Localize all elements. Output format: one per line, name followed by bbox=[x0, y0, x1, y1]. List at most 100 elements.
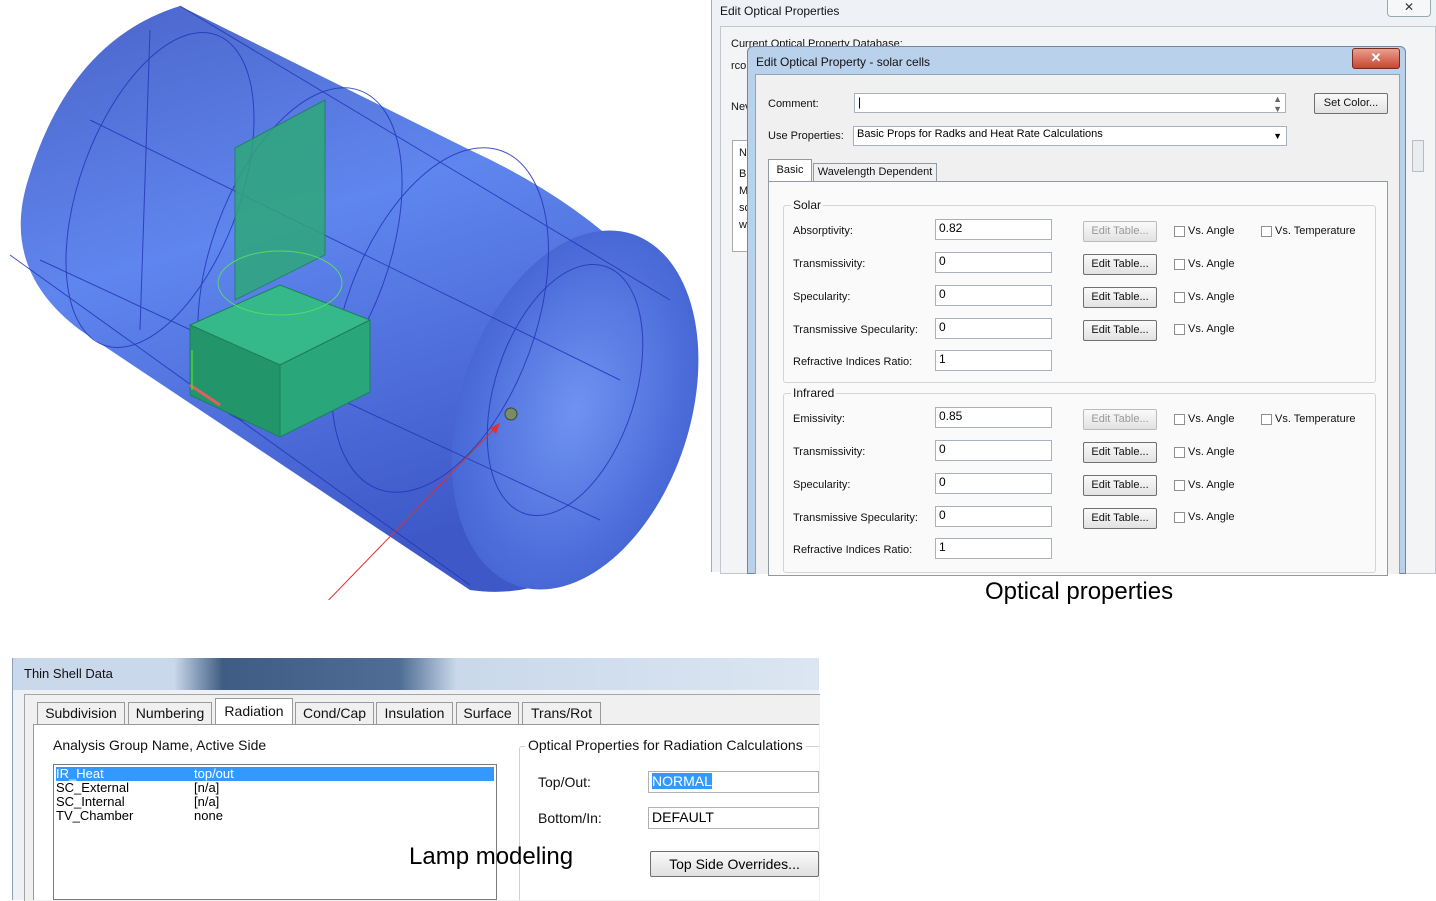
ir-refractive-input[interactable]: 1 bbox=[935, 538, 1052, 559]
solar-transmissivity-input[interactable]: 0 bbox=[935, 252, 1052, 273]
ir-specularity-label: Specularity: bbox=[793, 479, 851, 491]
solar-absorptivity-edit-table-button[interactable]: Edit Table... bbox=[1083, 221, 1157, 242]
solar-absorptivity-input[interactable]: 0.82 bbox=[935, 219, 1052, 240]
ir-trans-specularity-angle-checkbox[interactable] bbox=[1174, 512, 1185, 523]
edit-optical-property-dialog: Edit Optical Property - solar cells ✕ Co… bbox=[747, 46, 1406, 576]
ir-transmissivity-label: Transmissivity: bbox=[793, 446, 866, 458]
group-side: [n/a] bbox=[194, 780, 220, 795]
list-item: N bbox=[739, 147, 747, 159]
vs-angle-label: Vs. Angle bbox=[1188, 258, 1235, 270]
solar-specularity-input[interactable]: 0 bbox=[935, 285, 1052, 306]
list-item[interactable]: IR_Heat top/out bbox=[56, 767, 494, 781]
ir-specularity-edit-table-button[interactable]: Edit Table... bbox=[1083, 475, 1157, 496]
use-properties-select[interactable]: Basic Props for Radks and Heat Rate Calc… bbox=[853, 126, 1287, 146]
ir-emissivity-input[interactable]: 0.85 bbox=[935, 407, 1052, 428]
group-name: IR_Heat bbox=[56, 766, 104, 781]
list-item[interactable]: TV_Chamber none bbox=[56, 809, 494, 823]
cylinder bbox=[9, 5, 699, 592]
group-name: TV_Chamber bbox=[56, 808, 134, 823]
top-out-value: NORMAL bbox=[652, 773, 712, 789]
ir-specularity-angle-checkbox[interactable] bbox=[1174, 480, 1185, 491]
tab-wavelength-dependent[interactable]: Wavelength Dependent bbox=[813, 163, 937, 182]
solar-absorptivity-label: Absorptivity: bbox=[793, 225, 853, 237]
use-properties-label: Use Properties: bbox=[768, 130, 844, 142]
vs-angle-label: Vs. Angle bbox=[1188, 291, 1235, 303]
infrared-group-label: Infrared bbox=[791, 386, 837, 400]
analysis-group-label: Analysis Group Name, Active Side bbox=[53, 737, 267, 753]
ir-emissivity-edit-table-button[interactable]: Edit Table... bbox=[1083, 409, 1157, 430]
solar-specularity-angle-checkbox[interactable] bbox=[1174, 292, 1185, 303]
solar-transmissivity-angle-checkbox[interactable] bbox=[1174, 259, 1185, 270]
ir-specularity-input[interactable]: 0 bbox=[935, 473, 1052, 494]
tab-cond-cap[interactable]: Cond/Cap bbox=[295, 702, 374, 724]
ir-trans-specularity-input[interactable]: 0 bbox=[935, 506, 1052, 527]
ir-emissivity-temp-checkbox[interactable] bbox=[1261, 414, 1272, 425]
solar-refractive-input[interactable]: 1 bbox=[935, 350, 1052, 371]
outer-dialog-title: Edit Optical Properties bbox=[720, 4, 840, 18]
vs-angle-label: Vs. Angle bbox=[1188, 511, 1235, 523]
comment-field[interactable]: | ▲ ▼ bbox=[854, 93, 1286, 114]
tab-trans-rot[interactable]: Trans/Rot bbox=[522, 702, 601, 724]
list-item: w bbox=[739, 219, 747, 231]
ir-transmissivity-edit-table-button[interactable]: Edit Table... bbox=[1083, 442, 1157, 463]
ir-transmissivity-input[interactable]: 0 bbox=[935, 440, 1052, 461]
ir-emissivity-label: Emissivity: bbox=[793, 413, 845, 425]
database-value-fragment: rco bbox=[731, 60, 747, 72]
group-name: SC_Internal bbox=[56, 794, 125, 809]
solar-trans-specularity-edit-table-button[interactable]: Edit Table... bbox=[1083, 320, 1157, 341]
dropdown-arrow-icon: ▼ bbox=[1273, 131, 1282, 141]
set-color-button[interactable]: Set Color... bbox=[1314, 93, 1388, 114]
analysis-group-list[interactable]: IR_Heat top/out SC_External [n/a] SC_Int… bbox=[53, 764, 497, 900]
list-item[interactable]: SC_External [n/a] bbox=[56, 781, 494, 795]
top-side-overrides-button[interactable]: Top Side Overrides... bbox=[650, 851, 819, 877]
solar-specularity-label: Specularity: bbox=[793, 291, 851, 303]
top-out-input[interactable]: NORMAL bbox=[648, 771, 819, 793]
vs-temperature-label: Vs. Temperature bbox=[1275, 225, 1356, 237]
tab-numbering[interactable]: Numbering bbox=[128, 702, 212, 724]
inner-close-button[interactable]: ✕ bbox=[1352, 48, 1400, 69]
inner-dialog-title: Edit Optical Property - solar cells bbox=[756, 55, 931, 69]
tab-basic[interactable]: Basic bbox=[768, 159, 812, 182]
group-side: top/out bbox=[194, 766, 234, 781]
solar-refractive-label: Refractive Indices Ratio: bbox=[793, 356, 913, 368]
solar-group-label: Solar bbox=[791, 198, 824, 212]
ir-transmissivity-angle-checkbox[interactable] bbox=[1174, 447, 1185, 458]
vs-angle-label: Vs. Angle bbox=[1188, 225, 1235, 237]
optical-properties-caption: Optical properties bbox=[985, 578, 1174, 605]
ir-refractive-label: Refractive Indices Ratio: bbox=[793, 544, 913, 556]
solar-trans-specularity-label: Transmissive Specularity: bbox=[793, 324, 918, 336]
tab-surface[interactable]: Surface bbox=[456, 702, 519, 724]
bottom-in-input[interactable]: DEFAULT bbox=[648, 807, 819, 829]
group-side: [n/a] bbox=[194, 794, 220, 809]
top-out-label: Top/Out: bbox=[538, 774, 591, 790]
outer-close-button[interactable]: ✕ bbox=[1387, 0, 1431, 17]
solar-absorptivity-angle-checkbox[interactable] bbox=[1174, 226, 1185, 237]
list-item[interactable]: SC_Internal [n/a] bbox=[56, 795, 494, 809]
lamp-point bbox=[504, 407, 518, 421]
optical-properties-label: Optical Properties for Radiation Calcula… bbox=[525, 737, 806, 753]
solar-specularity-edit-table-button[interactable]: Edit Table... bbox=[1083, 287, 1157, 308]
comment-label: Comment: bbox=[768, 98, 819, 110]
solar-trans-specularity-angle-checkbox[interactable] bbox=[1174, 324, 1185, 335]
group-name: SC_External bbox=[56, 780, 129, 795]
tab-subdivision[interactable]: Subdivision bbox=[37, 702, 125, 724]
vs-temperature-label: Vs. Temperature bbox=[1275, 413, 1356, 425]
thin-shell-title: Thin Shell Data bbox=[24, 666, 113, 681]
spin-arrows-icon[interactable]: ▲ ▼ bbox=[1273, 94, 1282, 114]
ir-trans-specularity-edit-table-button[interactable]: Edit Table... bbox=[1083, 508, 1157, 529]
vs-angle-label: Vs. Angle bbox=[1188, 479, 1235, 491]
solar-absorptivity-temp-checkbox[interactable] bbox=[1261, 226, 1272, 237]
outer-scrollbar[interactable] bbox=[1412, 140, 1424, 172]
ir-emissivity-angle-checkbox[interactable] bbox=[1174, 414, 1185, 425]
solar-trans-specularity-input[interactable]: 0 bbox=[935, 318, 1052, 339]
bottom-in-label: Bottom/In: bbox=[538, 810, 602, 826]
tab-insulation[interactable]: Insulation bbox=[376, 702, 453, 724]
vs-angle-label: Vs. Angle bbox=[1188, 446, 1235, 458]
solar-transmissivity-edit-table-button[interactable]: Edit Table... bbox=[1083, 254, 1157, 275]
3d-model-viewport bbox=[9, 5, 699, 600]
comment-value: | bbox=[858, 95, 862, 109]
use-properties-value: Basic Props for Radks and Heat Rate Calc… bbox=[857, 128, 1103, 140]
tab-radiation[interactable]: Radiation bbox=[215, 698, 293, 724]
solar-transmissivity-label: Transmissivity: bbox=[793, 258, 866, 270]
thin-shell-titlebar bbox=[13, 658, 819, 690]
